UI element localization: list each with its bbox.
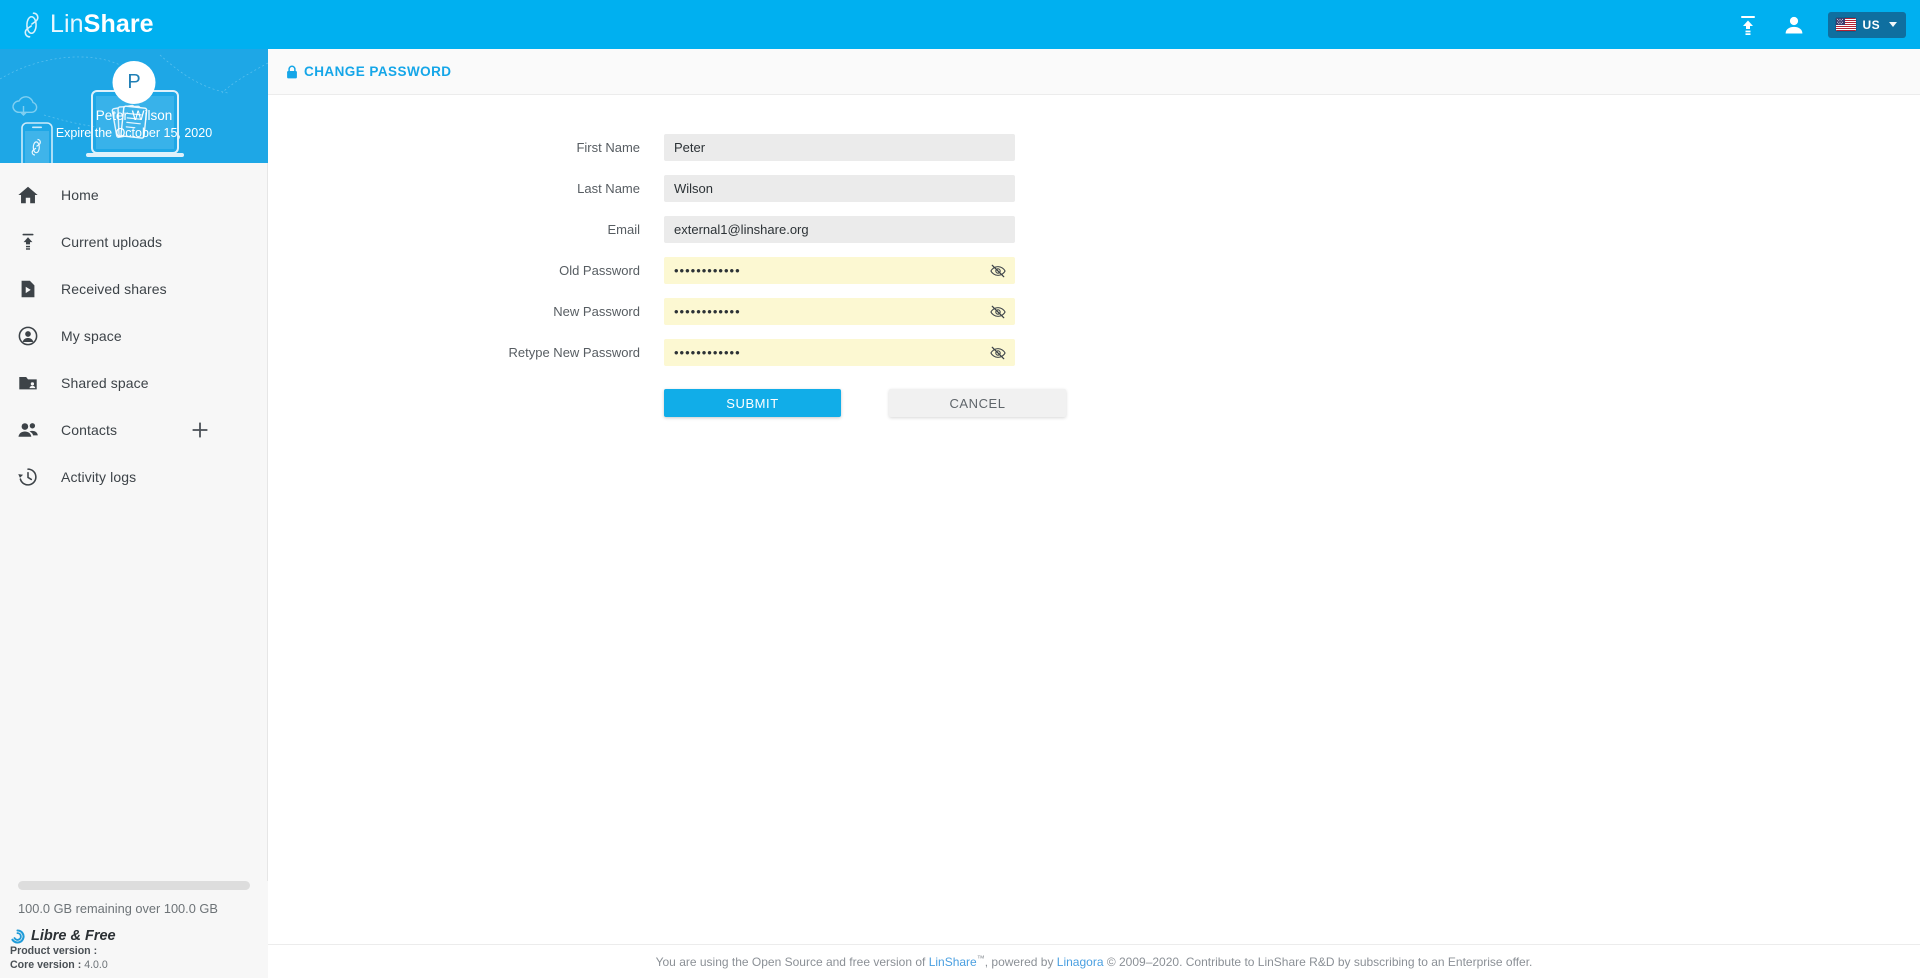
old-password-field-wrap	[664, 257, 1015, 284]
form-row-new-password: New Password	[268, 298, 1920, 325]
contacts-icon	[18, 422, 38, 437]
new-password-field-wrap	[664, 298, 1015, 325]
change-password-form: First Name Last Name Email Old Password	[268, 95, 1920, 417]
quota-progress-bar	[18, 881, 250, 890]
home-icon	[18, 186, 38, 203]
footer-part2: , powered by	[984, 955, 1057, 969]
libre-free-icon	[11, 928, 25, 944]
sidebar-item-label: My space	[61, 327, 122, 344]
sidebar-item-current-uploads[interactable]: Current uploads	[0, 218, 267, 265]
profile-expiration: Expire the October 15, 2020	[55, 126, 213, 140]
form-row-first-name: First Name	[268, 134, 1920, 161]
page-footer: You are using the Open Source and free v…	[268, 944, 1920, 978]
new-password-input[interactable]	[664, 298, 1015, 325]
sidebar-item-my-space[interactable]: My space	[0, 312, 267, 359]
footer-text: You are using the Open Source and free v…	[656, 954, 1533, 969]
new-password-label: New Password	[553, 304, 640, 319]
sidebar: P Peter Wilson Expire the October 15, 20…	[0, 49, 268, 978]
visibility-off-icon[interactable]	[990, 345, 1006, 361]
link-logo-icon	[24, 11, 39, 38]
linagora-link[interactable]: Linagora	[1057, 955, 1104, 969]
visibility-off-icon[interactable]	[990, 263, 1006, 279]
old-password-label: Old Password	[559, 263, 640, 278]
retype-new-password-input[interactable]	[664, 339, 1015, 366]
retype-new-password-field-wrap	[664, 339, 1015, 366]
libre-free-label: Libre & Free	[31, 928, 116, 944]
first-name-label: First Name	[576, 140, 640, 155]
trademark-mark: ™	[976, 954, 985, 963]
form-row-retype-new-password: Retype New Password	[268, 339, 1920, 366]
received-shares-icon	[21, 280, 35, 297]
last-name-field-wrap	[664, 175, 1015, 202]
email-input[interactable]	[664, 216, 1015, 243]
folder-shared-icon	[19, 376, 37, 389]
email-label: Email	[607, 222, 640, 237]
libre-free-badge: Libre & Free	[10, 928, 268, 944]
sidebar-item-activity-logs[interactable]: Activity logs	[0, 453, 267, 500]
person-circle-icon	[18, 326, 38, 345]
linshare-link[interactable]: LinShare	[929, 955, 977, 969]
page-title: CHANGE PASSWORD	[304, 64, 452, 79]
language-label: US	[1862, 17, 1880, 32]
profile-name: Peter Wilson	[95, 108, 173, 123]
sidebar-item-received-shares[interactable]: Received shares	[0, 265, 267, 312]
top-header-bar: LinShare US	[0, 0, 1920, 49]
form-row-old-password: Old Password	[268, 257, 1920, 284]
page-header: CHANGE PASSWORD	[268, 49, 1920, 95]
sidebar-item-label: Received shares	[61, 280, 167, 297]
submit-button[interactable]: SUBMIT	[664, 389, 841, 417]
footer-part3: © 2009–2020. Contribute to LinShare R&D …	[1103, 955, 1533, 969]
sidebar-item-label: Activity logs	[61, 468, 137, 485]
plus-icon[interactable]	[191, 421, 209, 439]
sidebar-footer: 100.0 GB remaining over 100.0 GB Libre &…	[0, 881, 268, 978]
retype-new-password-label: Retype New Password	[508, 345, 641, 360]
email-field-wrap	[664, 216, 1015, 243]
first-name-field-wrap	[664, 134, 1015, 161]
cancel-button[interactable]: CANCEL	[889, 389, 1066, 417]
upload-icon	[22, 233, 34, 250]
quota-text: 100.0 GB remaining over 100.0 GB	[18, 901, 218, 916]
lock-icon	[287, 65, 297, 78]
last-name-input[interactable]	[664, 175, 1015, 202]
core-version: Core version : 4.0.0	[10, 959, 108, 971]
sidebar-item-label: Contacts	[61, 421, 118, 438]
linshare-app: LinShare US P Peter Wilson Expire the Oc…	[0, 0, 1920, 978]
product-version: Product version :	[10, 945, 98, 957]
header-actions: US	[1736, 0, 1906, 49]
account-icon[interactable]	[1782, 13, 1806, 37]
old-password-input[interactable]	[664, 257, 1015, 284]
last-name-label: Last Name	[577, 181, 640, 196]
sidebar-item-label: Home	[61, 186, 99, 203]
sidebar-item-shared-space[interactable]: Shared space	[0, 359, 267, 406]
first-name-input[interactable]	[664, 134, 1015, 161]
profile-banner: P Peter Wilson Expire the October 15, 20…	[0, 49, 268, 163]
sidebar-nav: Home Current uploads Received shares My …	[0, 163, 267, 500]
visibility-off-icon[interactable]	[990, 304, 1006, 320]
form-row-last-name: Last Name	[268, 175, 1920, 202]
sidebar-item-contacts[interactable]: Contacts	[0, 406, 267, 453]
form-actions: SUBMIT CANCEL	[268, 389, 1920, 417]
footer-part1: You are using the Open Source and free v…	[655, 955, 929, 969]
us-flag-icon	[1835, 18, 1856, 31]
upload-icon[interactable]	[1736, 13, 1760, 37]
sidebar-item-home[interactable]: Home	[0, 171, 267, 218]
history-icon	[18, 467, 37, 486]
sidebar-item-label: Current uploads	[61, 233, 163, 250]
sidebar-item-label: Shared space	[61, 374, 149, 391]
brand-title: LinShare	[50, 10, 154, 38]
avatar: P	[112, 61, 156, 104]
chevron-down-icon	[1889, 22, 1897, 27]
language-selector[interactable]: US	[1827, 11, 1906, 38]
main-content: CHANGE PASSWORD First Name Last Name Ema…	[268, 49, 1920, 978]
form-row-email: Email	[268, 216, 1920, 243]
brand-logo[interactable]: LinShare	[22, 0, 154, 49]
